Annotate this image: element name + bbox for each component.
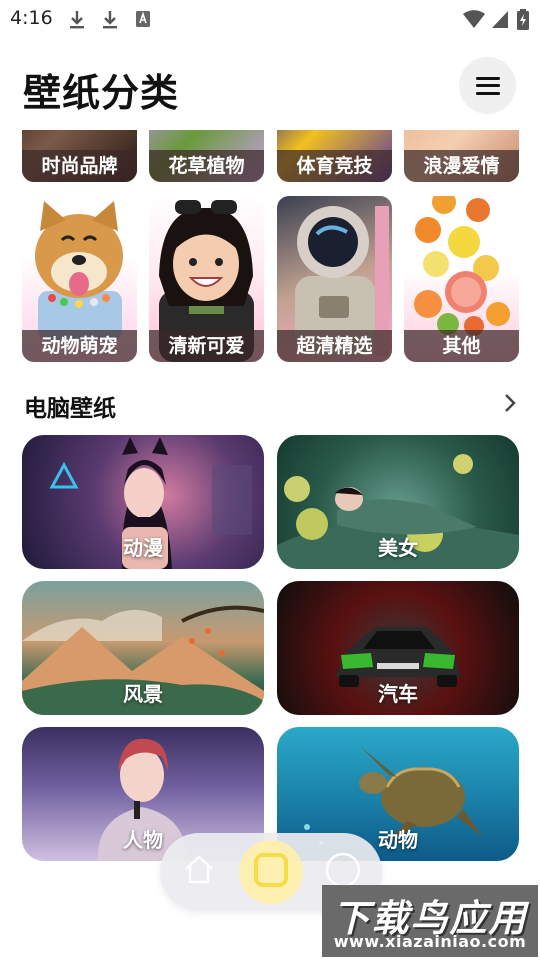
nav-home-button[interactable]: [167, 840, 231, 904]
signal-icon: [490, 9, 510, 33]
category-card-sports[interactable]: 体育竞技: [277, 130, 392, 182]
status-bar: 4:16: [0, 0, 540, 40]
pc-tile-beauty[interactable]: 美女: [277, 435, 519, 569]
category-label: 超清精选: [277, 330, 392, 362]
pc-tile-label: 汽车: [378, 682, 418, 706]
wifi-icon: [462, 9, 486, 33]
square-icon: [253, 852, 289, 892]
category-card-romance[interactable]: 浪漫爱情: [404, 130, 519, 182]
status-time: 4:16: [10, 7, 53, 29]
category-card-other[interactable]: 其他: [404, 196, 519, 362]
page-title: 壁纸分类: [23, 71, 180, 115]
category-card-pets[interactable]: 动物萌宠: [22, 196, 137, 362]
pc-tile-label: 美女: [378, 536, 418, 560]
category-label: 清新可爱: [149, 330, 264, 362]
category-card-fashion[interactable]: 时尚品牌: [22, 130, 137, 182]
battery-charging-icon: [517, 9, 529, 34]
home-icon: [182, 853, 216, 891]
watermark: 下载鸟应用 www.xiazainiao.com: [322, 885, 538, 957]
section-title-pc-wallpaper: 电脑壁纸: [24, 396, 116, 422]
category-label: 动物萌宠: [22, 330, 137, 362]
pc-tile-anime[interactable]: 动漫: [22, 435, 264, 569]
category-card-hd[interactable]: 超清精选: [277, 196, 392, 362]
chevron-right-icon[interactable]: [500, 391, 520, 415]
pc-tile-car[interactable]: 汽车: [277, 581, 519, 715]
category-label: 浪漫爱情: [404, 150, 519, 182]
category-card-cute[interactable]: 清新可爱: [149, 196, 264, 362]
download-icon: [101, 9, 119, 33]
category-label: 时尚品牌: [22, 150, 137, 182]
pc-tile-label: 动漫: [123, 536, 163, 560]
category-label: 体育竞技: [277, 150, 392, 182]
category-grid: 时尚品牌 花草植物 体育竞技 浪漫爱情 动物萌宠 清新可爱 超清精选 其他: [0, 130, 540, 365]
pc-tile-label: 风景: [123, 682, 163, 706]
nav-category-button[interactable]: [239, 840, 303, 904]
hamburger-menu-icon: [475, 76, 500, 95]
menu-button[interactable]: [459, 57, 516, 114]
category-label: 其他: [404, 330, 519, 362]
download-icon: [68, 9, 86, 33]
watermark-url: www.xiazainiao.com: [333, 932, 527, 951]
pc-tile-scenery[interactable]: 风景: [22, 581, 264, 715]
text-app-icon: [134, 9, 152, 33]
category-label: 花草植物: [149, 150, 264, 182]
category-card-plants[interactable]: 花草植物: [149, 130, 264, 182]
